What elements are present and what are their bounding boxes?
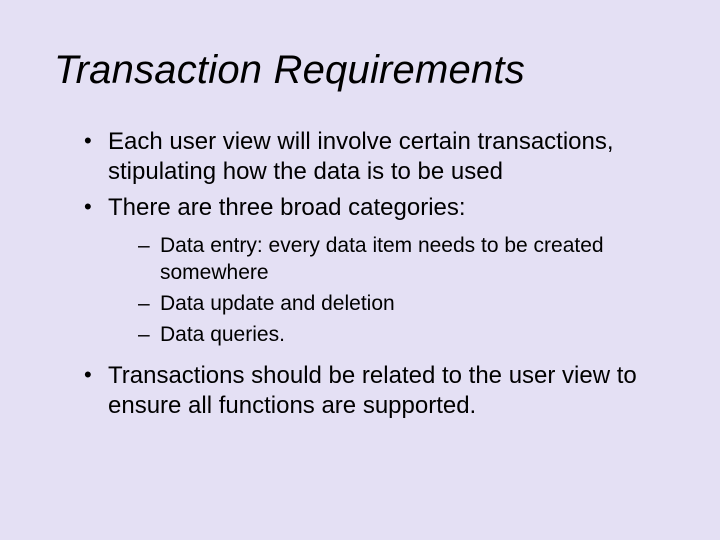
sub-bullet-list: Data entry: every data item needs to be … — [108, 233, 666, 349]
sub-bullet-text: Data queries. — [160, 323, 285, 346]
bullet-text: Each user view will involve certain tran… — [108, 128, 614, 185]
bullet-item: There are three broad categories: Data e… — [84, 193, 666, 349]
slide: Transaction Requirements Each user view … — [0, 0, 720, 540]
sub-bullet-item: Data entry: every data item needs to be … — [138, 233, 666, 287]
bullet-item: Transactions should be related to the us… — [84, 361, 666, 421]
sub-bullet-text: Data entry: every data item needs to be … — [160, 234, 604, 284]
slide-title: Transaction Requirements — [54, 48, 666, 93]
bullet-text: Transactions should be related to the us… — [108, 362, 637, 419]
bullet-item: Each user view will involve certain tran… — [84, 127, 666, 187]
bullet-list: Each user view will involve certain tran… — [54, 127, 666, 421]
bullet-text: There are three broad categories: — [108, 194, 466, 221]
sub-bullet-text: Data update and deletion — [160, 292, 395, 315]
sub-bullet-item: Data queries. — [138, 322, 666, 349]
sub-bullet-item: Data update and deletion — [138, 291, 666, 318]
